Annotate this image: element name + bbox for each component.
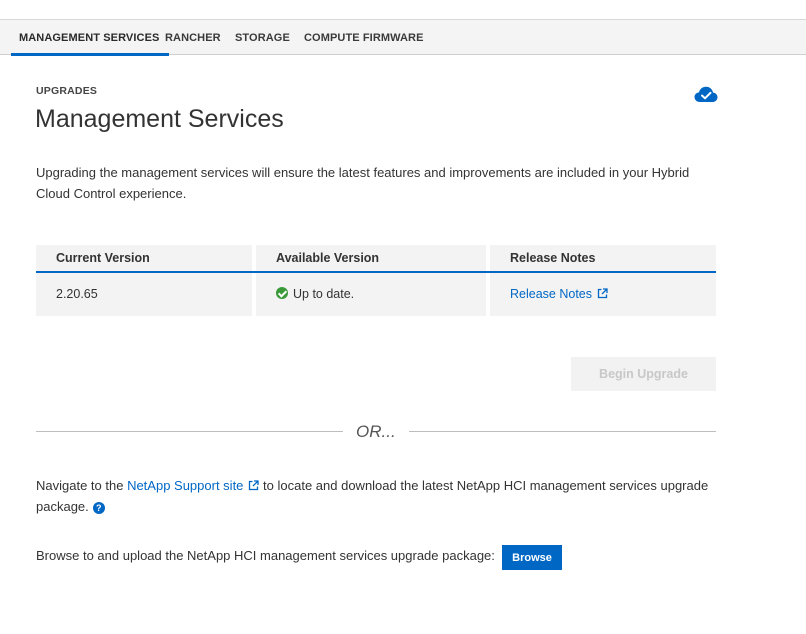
- column-header-current-version: Current Version: [56, 251, 150, 265]
- browse-instructions: Browse to and upload the NetApp HCI mana…: [36, 548, 495, 563]
- navigate-prefix: Navigate to the: [36, 478, 128, 493]
- help-icon[interactable]: ?: [92, 502, 105, 514]
- or-divider-right: [409, 431, 716, 432]
- column-header-release-notes: Release Notes: [510, 251, 596, 265]
- available-version-cell: Up to date.: [256, 273, 486, 316]
- tab-management-services[interactable]: MANAGEMENT SERVICES: [10, 20, 170, 56]
- release-notes-cell: Release Notes: [490, 273, 716, 316]
- section-eyebrow: UPGRADES: [36, 85, 98, 97]
- external-link-icon[interactable]: [248, 480, 260, 491]
- browse-button[interactable]: Browse: [502, 545, 562, 570]
- tab-rancher[interactable]: RANCHER: [165, 20, 221, 55]
- navigate-instructions: Navigate to the NetApp Support site to l…: [36, 475, 726, 517]
- available-version-text: Up to date.: [293, 287, 355, 301]
- release-notes-link[interactable]: Release Notes: [510, 287, 592, 301]
- begin-upgrade-button[interactable]: Begin Upgrade: [571, 357, 716, 391]
- check-circle-icon: [276, 287, 288, 299]
- tab-bar: MANAGEMENT SERVICES RANCHER STORAGE COMP…: [0, 20, 806, 56]
- tab-storage[interactable]: STORAGE: [235, 20, 290, 55]
- netapp-support-site-link[interactable]: NetApp Support site: [127, 478, 243, 493]
- or-divider-left: [36, 431, 343, 432]
- current-version-cell: 2.20.65: [36, 273, 252, 316]
- page-title: Management Services: [35, 105, 284, 133]
- column-header-available-version: Available Version: [276, 251, 380, 265]
- external-link-icon[interactable]: [597, 288, 608, 299]
- description-text: Upgrading the management services will e…: [36, 165, 690, 201]
- cloud-check-icon: [694, 86, 718, 102]
- tab-compute-firmware[interactable]: COMPUTE FIRMWARE: [304, 20, 424, 55]
- or-divider-text: OR...: [356, 422, 396, 441]
